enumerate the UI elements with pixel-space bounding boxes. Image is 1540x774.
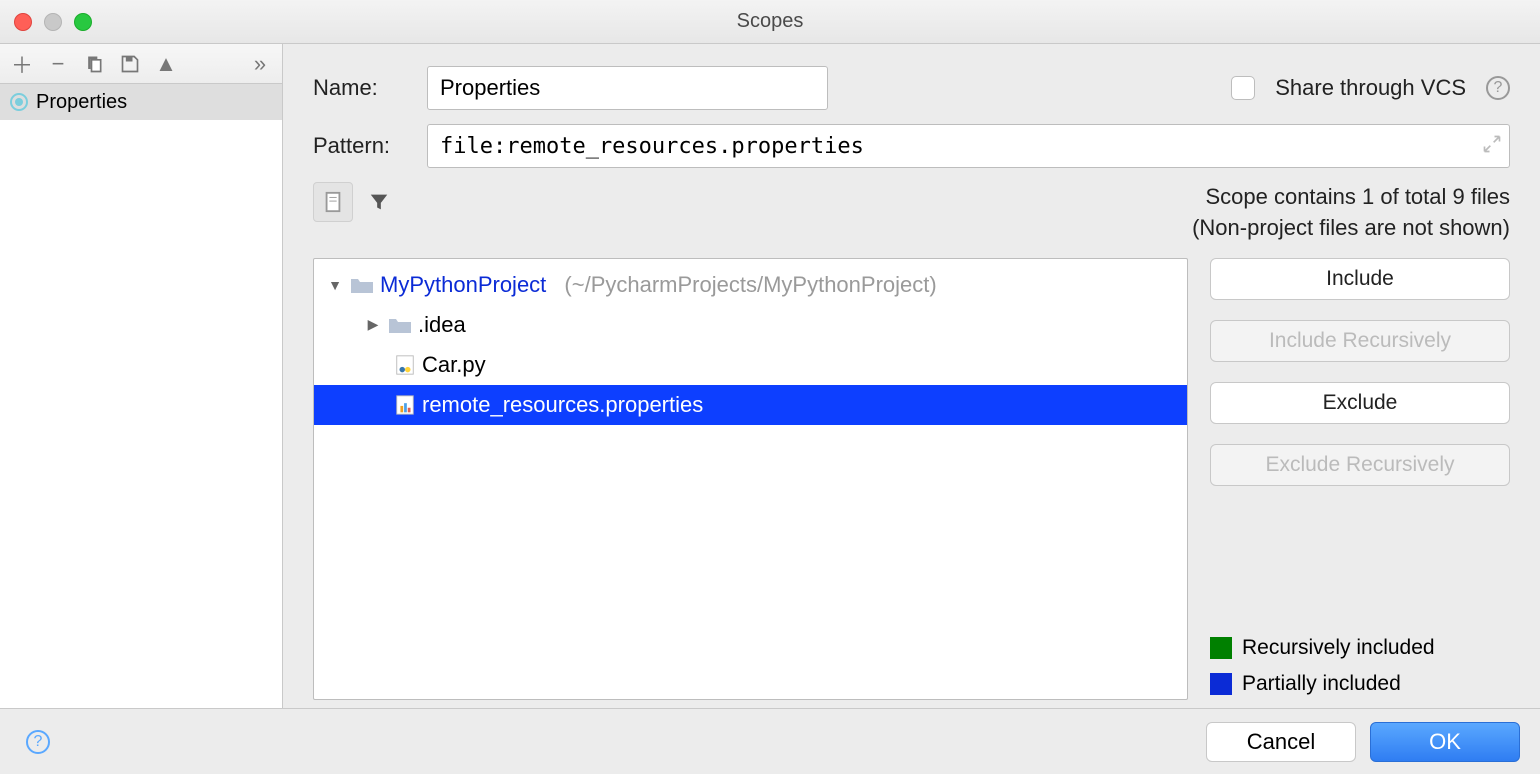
properties-file-icon <box>394 394 416 416</box>
add-icon[interactable]: ＋ <box>8 50 36 78</box>
legend-color-partial <box>1210 673 1232 695</box>
dialog-footer: ? Cancel OK <box>0 708 1540 774</box>
tree-project-name: MyPythonProject <box>380 272 546 298</box>
tree-root[interactable]: ▼ MyPythonProject (~/PycharmProjects/MyP… <box>314 265 1187 305</box>
show-files-button[interactable] <box>313 182 353 222</box>
pattern-input[interactable] <box>427 124 1510 168</box>
more-icon[interactable]: » <box>246 50 274 78</box>
scope-summary-line1: Scope contains 1 of total 9 files <box>1192 182 1510 213</box>
main-panel: Name: Share through VCS ? Pattern: <box>283 44 1540 708</box>
footer-help-icon[interactable]: ? <box>26 730 50 754</box>
tree-project-path: (~/PycharmProjects/MyPythonProject) <box>564 272 936 298</box>
up-icon[interactable]: ▲ <box>152 50 180 78</box>
scope-summary: Scope contains 1 of total 9 files (Non-p… <box>1192 182 1510 244</box>
folder-icon <box>388 316 412 334</box>
exclude-button[interactable]: Exclude <box>1210 382 1510 424</box>
copy-icon[interactable] <box>80 50 108 78</box>
legend-label-partial: Partially included <box>1242 672 1401 696</box>
scope-summary-line2: (Non-project files are not shown) <box>1192 213 1510 244</box>
scope-list: Properties <box>0 84 282 708</box>
tree-node-label: remote_resources.properties <box>422 392 703 418</box>
cancel-button[interactable]: Cancel <box>1206 722 1356 762</box>
include-button[interactable]: Include <box>1210 258 1510 300</box>
tree-file-remote-resources[interactable]: remote_resources.properties <box>314 385 1187 425</box>
include-recursively-button: Include Recursively <box>1210 320 1510 362</box>
sidebar: ＋ − ▲ » Properties <box>0 44 283 708</box>
name-input[interactable] <box>427 66 828 110</box>
legend-label-recursive: Recursively included <box>1242 636 1435 660</box>
expand-icon[interactable] <box>1482 134 1502 154</box>
share-vcs-checkbox[interactable] <box>1231 76 1255 100</box>
tree-node-label: Car.py <box>422 352 486 378</box>
legend: Recursively included Partially included <box>1210 636 1510 700</box>
help-icon[interactable]: ? <box>1486 76 1510 100</box>
sidebar-toolbar: ＋ − ▲ » <box>0 44 282 84</box>
pattern-label: Pattern: <box>313 133 413 159</box>
tree-folder-idea[interactable]: ▶ .idea <box>314 305 1187 345</box>
titlebar: Scopes <box>0 0 1540 44</box>
include-exclude-panel: Include Include Recursively Exclude Excl… <box>1210 258 1510 700</box>
filter-icon[interactable] <box>359 182 399 222</box>
sidebar-item-label: Properties <box>36 91 127 114</box>
tree-file-car[interactable]: Car.py <box>314 345 1187 385</box>
exclude-recursively-button: Exclude Recursively <box>1210 444 1510 486</box>
python-file-icon <box>394 354 416 376</box>
chevron-down-icon[interactable]: ▼ <box>326 277 344 293</box>
scope-local-icon <box>10 93 28 111</box>
sidebar-item-properties[interactable]: Properties <box>0 84 282 120</box>
legend-color-recursive <box>1210 637 1232 659</box>
share-vcs-label: Share through VCS <box>1275 75 1466 101</box>
name-label: Name: <box>313 75 413 101</box>
folder-icon <box>350 276 374 294</box>
save-icon[interactable] <box>116 50 144 78</box>
remove-icon[interactable]: − <box>44 50 72 78</box>
window-title: Scopes <box>0 10 1540 33</box>
chevron-right-icon[interactable]: ▶ <box>364 316 382 333</box>
file-tree[interactable]: ▼ MyPythonProject (~/PycharmProjects/MyP… <box>313 258 1188 700</box>
ok-button[interactable]: OK <box>1370 722 1520 762</box>
tree-node-label: .idea <box>418 312 466 338</box>
